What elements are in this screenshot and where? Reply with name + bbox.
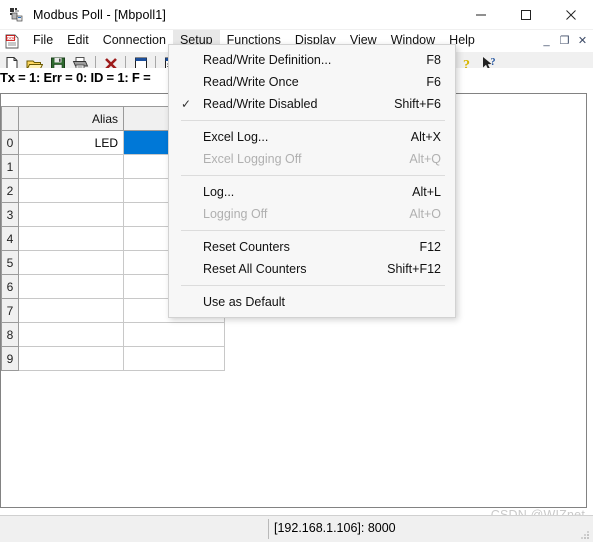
svg-text:DOC: DOC — [7, 35, 16, 40]
menu-separator-2 — [181, 175, 445, 176]
menu-item-accelerator: Alt+L — [412, 185, 441, 199]
minimize-button[interactable] — [458, 0, 503, 29]
menu-item-excel-log[interactable]: Excel Log... Alt+X — [169, 126, 455, 148]
menu-separator-1 — [181, 120, 445, 121]
menu-item-accelerator: Alt+Q — [409, 152, 441, 166]
cell-alias-5[interactable] — [18, 250, 124, 275]
row-header-3[interactable]: 3 — [1, 202, 19, 227]
connection-status-text: [192.168.1.106]: 8000 — [274, 521, 396, 535]
menu-separator-3 — [181, 230, 445, 231]
cell-alias-6[interactable] — [18, 274, 124, 299]
table-row[interactable]: 9 — [1, 346, 225, 371]
menu-item-label: Excel Log... — [203, 130, 269, 144]
menu-item-label: Logging Off — [203, 207, 268, 221]
menu-item-label: Read/Write Disabled — [203, 97, 318, 111]
menu-item-label: Use as Default — [203, 295, 285, 309]
column-header-alias[interactable]: Alias — [18, 106, 124, 131]
menu-item-label: Read/Write Once — [203, 75, 299, 89]
cell-value-8[interactable] — [123, 322, 225, 347]
menu-item-reset-all-counters[interactable]: Reset All Counters Shift+F12 — [169, 258, 455, 280]
resize-grip-icon[interactable] — [578, 528, 590, 540]
row-header-9[interactable]: 9 — [1, 346, 19, 371]
menu-item-accelerator: Shift+F6 — [394, 97, 441, 111]
menu-item-label: Reset Counters — [203, 240, 290, 254]
menu-item-read-write-once[interactable]: Read/Write Once F6 — [169, 71, 455, 93]
cell-alias-8[interactable] — [18, 322, 124, 347]
menu-item-reset-counters[interactable]: Reset Counters F12 — [169, 236, 455, 258]
cell-value-9[interactable] — [123, 346, 225, 371]
mdi-restore-button[interactable]: ❐ — [556, 32, 573, 49]
menu-item-label: Excel Logging Off — [203, 152, 302, 166]
row-header-7[interactable]: 7 — [1, 298, 19, 323]
cell-alias-1[interactable] — [18, 154, 124, 179]
row-header-1[interactable]: 1 — [1, 154, 19, 179]
row-header-4[interactable]: 4 — [1, 226, 19, 251]
menu-connection[interactable]: Connection — [96, 30, 173, 52]
cell-alias-2[interactable] — [18, 178, 124, 203]
menu-item-logging-off: Logging Off Alt+O — [169, 203, 455, 225]
cell-alias-9[interactable] — [18, 346, 124, 371]
svg-text:?: ? — [490, 57, 495, 68]
grid-corner-cell[interactable] — [1, 106, 19, 131]
maximize-button[interactable] — [503, 0, 548, 29]
menu-item-read-write-definition[interactable]: Read/Write Definition... F8 — [169, 49, 455, 71]
status-bar-divider — [268, 519, 269, 539]
mdi-close-button[interactable]: ✕ — [574, 32, 591, 49]
row-header-0[interactable]: 0 — [1, 130, 19, 155]
cell-alias-7[interactable] — [18, 298, 124, 323]
menu-item-label: Reset All Counters — [203, 262, 307, 276]
mdi-minimize-button[interactable]: _ — [538, 32, 555, 49]
menu-edit[interactable]: Edit — [60, 30, 96, 52]
menu-item-label: Log... — [203, 185, 235, 199]
row-header-2[interactable]: 2 — [1, 178, 19, 203]
menu-separator-4 — [181, 285, 445, 286]
menu-item-accelerator: F6 — [426, 75, 441, 89]
row-header-6[interactable]: 6 — [1, 274, 19, 299]
menu-item-accelerator: F12 — [419, 240, 441, 254]
check-mark-icon: ✓ — [180, 97, 192, 111]
cell-alias-0[interactable]: LED — [18, 130, 124, 155]
window-controls — [458, 0, 593, 29]
row-header-8[interactable]: 8 — [1, 322, 19, 347]
menu-item-excel-logging-off: Excel Logging Off Alt+Q — [169, 148, 455, 170]
modbus-poll-icon — [9, 7, 25, 23]
window-title: Modbus Poll - [Mbpoll1] — [33, 7, 166, 22]
close-button[interactable] — [548, 0, 593, 29]
table-row[interactable]: 8 — [1, 322, 225, 347]
mdi-window-controls: _ ❐ ✕ — [538, 32, 591, 49]
menu-item-accelerator: Alt+O — [409, 207, 441, 221]
menu-item-log[interactable]: Log... Alt+L — [169, 181, 455, 203]
menu-item-accelerator: Alt+X — [410, 130, 441, 144]
menu-item-use-as-default[interactable]: Use as Default — [169, 291, 455, 313]
row-header-5[interactable]: 5 — [1, 250, 19, 275]
cell-alias-3[interactable] — [18, 202, 124, 227]
title-bar: Modbus Poll - [Mbpoll1] — [0, 0, 593, 30]
menu-item-label: Read/Write Definition... — [203, 53, 332, 67]
menu-item-accelerator: F8 — [426, 53, 441, 67]
menu-item-accelerator: Shift+F12 — [387, 262, 441, 276]
menu-item-read-write-disabled[interactable]: ✓ Read/Write Disabled Shift+F6 — [169, 93, 455, 115]
document-icon: DOC — [4, 33, 21, 50]
setup-menu: Read/Write Definition... F8 Read/Write O… — [168, 44, 456, 318]
menu-file[interactable]: File — [26, 30, 60, 52]
status-bar: [192.168.1.106]: 8000 — [0, 515, 593, 542]
cell-alias-4[interactable] — [18, 226, 124, 251]
